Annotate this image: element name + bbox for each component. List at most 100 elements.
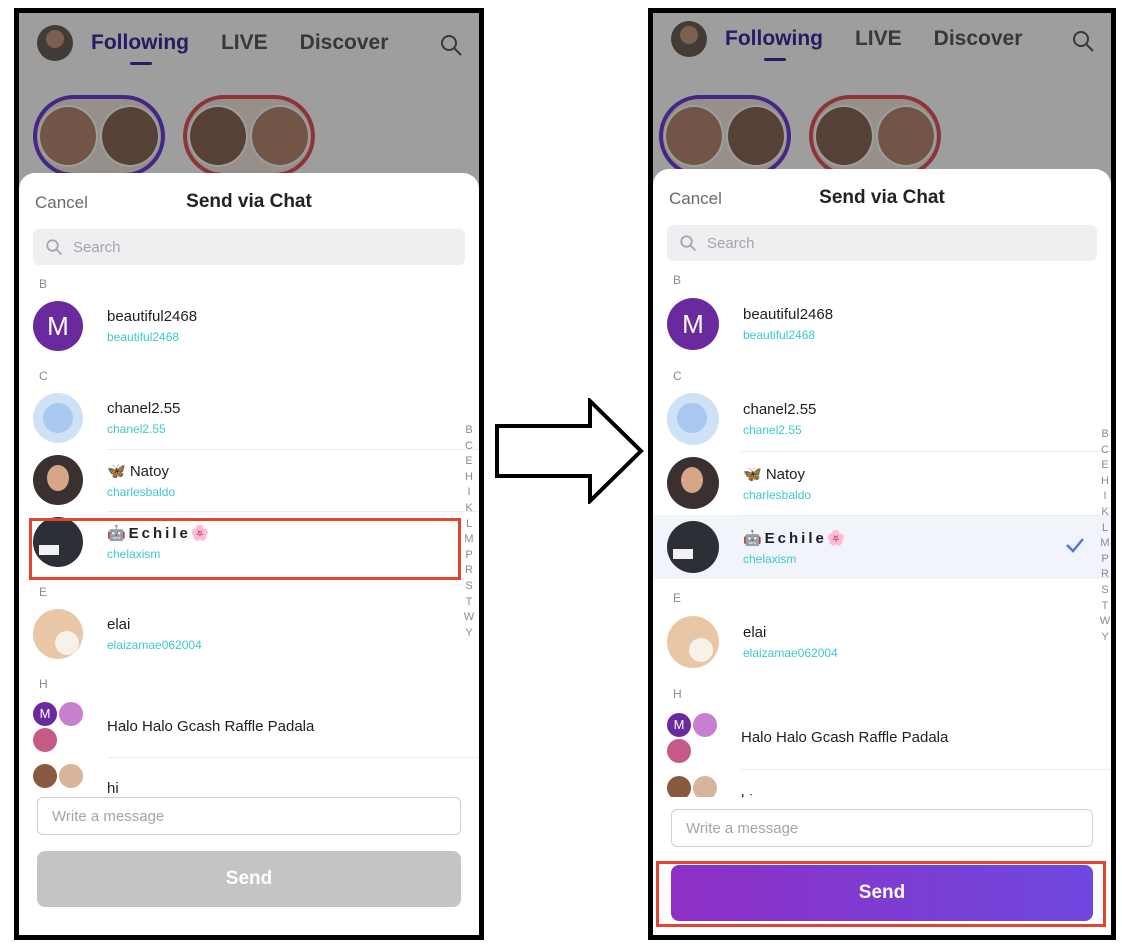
alphabet-index-letter[interactable]: C [463, 439, 475, 455]
avatar: M [33, 301, 83, 351]
avatar [33, 393, 83, 443]
send-label: Send [225, 868, 273, 889]
section-header: H [673, 687, 682, 701]
section-header: B [673, 273, 682, 287]
contact-name: beautiful2468 [743, 306, 834, 323]
alphabet-index-letter[interactable]: L [1099, 521, 1111, 537]
contact-row-elai[interactable]: elai elaizamae062004 [653, 609, 1111, 675]
alphabet-index-letter[interactable]: R [1099, 567, 1111, 583]
alphabet-index-letter[interactable]: C [1099, 443, 1111, 459]
contact-name: 🦋 Natoy [743, 465, 806, 483]
contact-row-natoy[interactable]: 🦋 Natoy charlesbaldo [653, 451, 1111, 515]
contact-name: 🤖Echile🌸 [743, 529, 849, 547]
contact-handle: chanel2.55 [107, 422, 166, 436]
alphabet-index-letter[interactable]: B [463, 423, 475, 439]
contact-name: Halo Halo Gcash Raffle Padala [107, 717, 315, 735]
contact-handle: charlesbaldo [107, 484, 176, 499]
contact-name: hi [741, 792, 753, 798]
alphabet-index-letter[interactable]: K [463, 501, 475, 517]
section-header: B [39, 277, 48, 291]
contact-name: hi [107, 779, 119, 797]
contact-name: elai [743, 624, 767, 641]
alphabet-index-letter[interactable]: W [1099, 614, 1111, 630]
alphabet-index[interactable]: BCEHIKLMPRSTWY [463, 423, 475, 641]
contact-row-chanel[interactable]: chanel2.55 chanel2.55 [19, 387, 479, 449]
contact-row-chanel[interactable]: chanel2.55 chanel2.55 [653, 387, 1111, 451]
avatar [667, 521, 719, 573]
contact-handle: beautiful2468 [743, 328, 816, 342]
alphabet-index-letter[interactable]: E [463, 454, 475, 470]
screen-after: Following LIVE Discover Cancel Send via … [648, 8, 1116, 940]
alphabet-index-letter[interactable]: H [1099, 474, 1111, 490]
alphabet-index-letter[interactable]: R [463, 563, 475, 579]
contact-row-natoy[interactable]: 🦋 Natoy charlesbaldo [19, 449, 479, 511]
group-avatar [667, 774, 719, 797]
sheet-title: Send via Chat [186, 191, 312, 212]
contact-row-group-halo[interactable]: M Halo Halo Gcash Raffle Padala [653, 705, 1111, 769]
search-icon [680, 235, 697, 252]
search-input[interactable]: Search [33, 229, 465, 265]
section-header: H [39, 677, 48, 691]
message-input[interactable]: Write a message [671, 809, 1093, 847]
contact-row-elai[interactable]: elai elaizamae062004 [19, 603, 479, 665]
contact-handle: beautiful2468 [107, 330, 180, 344]
contact-handle: elaizamae062004 [743, 646, 838, 660]
group-avatar: M [33, 700, 85, 752]
search-input[interactable]: Search [667, 225, 1097, 261]
contact-list[interactable]: B M beautiful2468 beautiful2468 C chanel2… [653, 261, 1111, 797]
alphabet-index[interactable]: BCEHIKLMPRSTWY [1099, 427, 1111, 645]
contact-name: chanel2.55 [743, 401, 817, 418]
selection-highlight-box [29, 518, 461, 580]
contact-name: chanel2.55 [107, 400, 181, 417]
alphabet-index-letter[interactable]: M [463, 532, 475, 548]
alphabet-index-letter[interactable]: I [1099, 489, 1111, 505]
alphabet-index-letter[interactable]: T [463, 595, 475, 611]
contact-row-beautiful2468[interactable]: M beautiful2468 beautiful2468 [653, 291, 1111, 357]
avatar [667, 457, 719, 509]
message-input[interactable]: Write a message [37, 797, 461, 835]
alphabet-index-letter[interactable]: Y [463, 626, 475, 642]
section-header: C [673, 369, 682, 383]
screen-before: Following LIVE Discover Cancel Send via … [14, 8, 484, 940]
alphabet-index-letter[interactable]: P [463, 548, 475, 564]
avatar: M [667, 298, 719, 350]
contact-handle: chelaxism [743, 551, 797, 566]
send-button[interactable]: Send [37, 851, 461, 907]
section-header: E [39, 585, 48, 599]
alphabet-index-letter[interactable]: H [463, 470, 475, 486]
avatar [667, 393, 719, 445]
search-placeholder: Search [707, 234, 755, 252]
alphabet-index-letter[interactable]: L [463, 517, 475, 533]
section-header: E [673, 591, 682, 605]
contact-row-group-halo[interactable]: M Halo Halo Gcash Raffle Padala [19, 695, 479, 757]
alphabet-index-letter[interactable]: M [1099, 536, 1111, 552]
contact-handle: charlesbaldo [743, 487, 812, 502]
contact-name: 🦋 Natoy [107, 462, 170, 480]
alphabet-index-letter[interactable]: S [463, 579, 475, 595]
contact-handle: chanel2.55 [743, 423, 802, 437]
alphabet-index-letter[interactable]: T [1099, 599, 1111, 615]
alphabet-index-letter[interactable]: P [1099, 552, 1111, 568]
checkmark-icon [1066, 538, 1084, 553]
contact-row-beautiful2468[interactable]: M beautiful2468 beautiful2468 [19, 295, 479, 357]
avatar [667, 616, 719, 668]
contact-row-hi[interactable]: hi [653, 769, 1111, 797]
contact-handle: elaizamae062004 [107, 638, 202, 652]
alphabet-index-letter[interactable]: E [1099, 458, 1111, 474]
group-avatar: M [667, 711, 719, 763]
alphabet-index-letter[interactable]: Y [1099, 630, 1111, 646]
section-header: C [39, 369, 48, 383]
avatar [33, 455, 83, 505]
alphabet-index-letter[interactable]: B [1099, 427, 1111, 443]
message-placeholder: Write a message [686, 819, 799, 837]
alphabet-index-letter[interactable]: K [1099, 505, 1111, 521]
message-placeholder: Write a message [52, 807, 165, 825]
contact-name: elai [107, 616, 131, 633]
avatar [33, 609, 83, 659]
search-placeholder: Search [73, 238, 121, 256]
alphabet-index-letter[interactable]: S [1099, 583, 1111, 599]
alphabet-index-letter[interactable]: I [463, 485, 475, 501]
search-icon [46, 239, 63, 256]
alphabet-index-letter[interactable]: W [463, 610, 475, 626]
contact-row-echile-selected[interactable]: 🤖Echile🌸 chelaxism [653, 515, 1111, 579]
